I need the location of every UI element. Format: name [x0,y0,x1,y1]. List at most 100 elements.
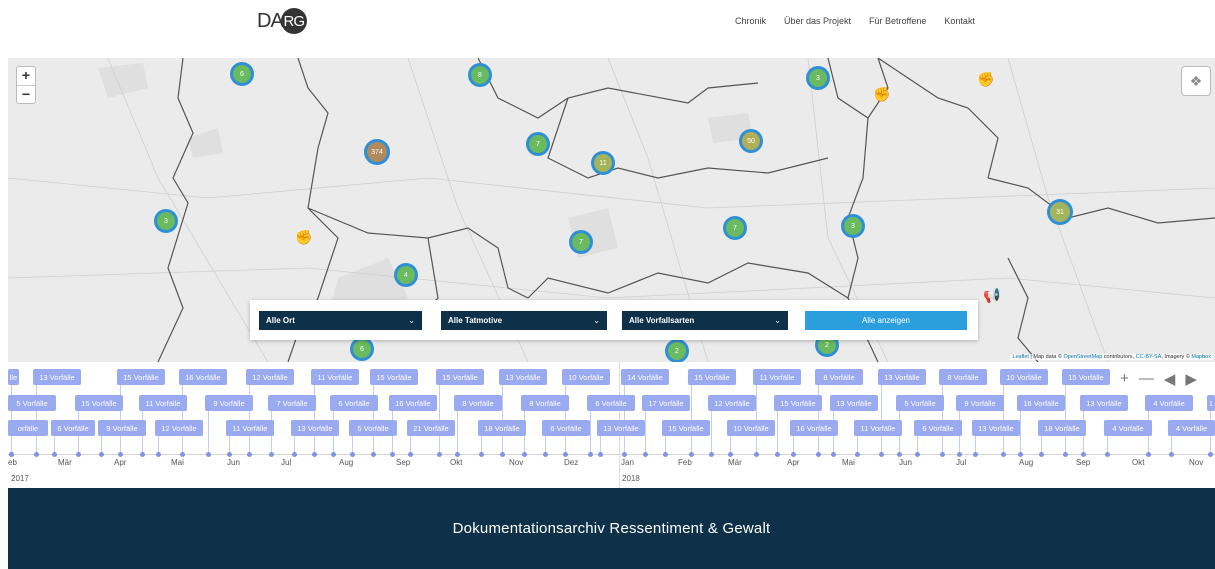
timeline-event[interactable]: 15 Vorfälle [688,369,736,385]
map-cluster[interactable]: 8 [468,63,492,87]
timeline-event[interactable]: 9 Vorfälle [98,420,146,436]
timeline-event[interactable]: 5 Vorfälle [896,395,944,411]
timeline-event[interactable]: 11 Vorfälle [311,369,359,385]
attribution-leaflet-link[interactable]: Leaflet [1012,354,1029,360]
timeline-event[interactable]: 12 Vorfälle [246,369,294,385]
timeline-event[interactable]: 15 Vorfälle [436,369,484,385]
timeline-event[interactable]: 11 Vorfälle [139,395,187,411]
nav-fuer-betroffene[interactable]: Für Betroffene [869,16,926,26]
timeline-event[interactable]: 15 Vorfälle [662,420,710,436]
timeline-event[interactable]: 12 Vorfälle [708,395,756,411]
map-cluster[interactable]: 3 [154,209,178,233]
timeline-month-label: Nov [509,458,524,467]
map-cluster[interactable]: 11 [591,151,615,175]
timeline-event[interactable]: 8 Vorfälle [815,369,863,385]
timeline-zoom-in-button[interactable]: + [1120,370,1129,388]
timeline-event[interactable]: 9 Vorfälle [956,395,1004,411]
timeline-event[interactable]: lle [8,369,19,385]
timeline-event[interactable]: 1 [1207,395,1215,411]
tatmotive-select[interactable]: Alle Tatmotive ⌄ [441,311,607,330]
timeline-event[interactable]: 15 Vorfälle [774,395,822,411]
timeline-event[interactable]: 10 Vorfälle [727,420,775,436]
timeline-event[interactable]: 9 Vorfälle [205,395,253,411]
ort-select[interactable]: Alle Ort ⌄ [259,311,422,330]
map-cluster[interactable]: 4 [394,263,418,287]
attribution-osm-link[interactable]: OpenStreetMap [1063,354,1102,360]
megaphone-icon[interactable]: 📢 [983,287,1000,303]
map-cluster[interactable]: 2 [665,339,689,362]
timeline-event[interactable]: 6 Vorfälle [51,420,95,436]
timeline-event[interactable]: 15 Vorfälle [1062,369,1110,385]
map-cluster[interactable]: 374 [364,139,390,165]
map-cluster[interactable]: 50 [739,129,763,153]
timeline-event[interactable]: 13 Vorfälle [499,369,547,385]
timeline-event[interactable]: 18 Vorfälle [478,420,526,436]
timeline-event[interactable]: 15 Vorfälle [117,369,165,385]
layers-button[interactable]: ❖ [1181,66,1211,96]
attribution-cc-link[interactable]: CC-BY-SA [1136,354,1162,360]
timeline-event[interactable]: 15 Vorfälle [370,369,418,385]
timeline-event[interactable]: 15 Vorfälle [75,395,123,411]
timeline-event[interactable]: 13 Vorfälle [1080,395,1128,411]
timeline-event[interactable]: 6 Vorfälle [542,420,590,436]
timeline-event[interactable]: 7 Vorfälle [268,395,316,411]
timeline-event[interactable]: 5 Vorfälle [8,395,56,411]
fist-icon[interactable]: ✊ [295,229,312,245]
map-cluster[interactable]: 7 [526,132,550,156]
timeline-event[interactable]: 4 Vorfälle [1168,420,1215,436]
map-cluster[interactable]: 31 [1047,199,1073,225]
show-all-button[interactable]: Alle anzeigen [805,311,967,330]
timeline-event[interactable]: 11 Vorfälle [854,420,902,436]
nav-kontakt[interactable]: Kontakt [944,16,975,26]
timeline-event[interactable]: 4 Vorfälle [1104,420,1152,436]
map-cluster[interactable]: 7 [569,230,593,254]
timeline-event[interactable]: 11 Vorfälle [226,420,274,436]
timeline-event[interactable]: 6 Vorfälle [914,420,962,436]
timeline-event[interactable]: 13 Vorfälle [972,420,1020,436]
timeline-event[interactable]: 5 Vorfälle [349,420,397,436]
map-cluster[interactable]: 7 [723,216,747,240]
timeline-event[interactable]: 12 Vorfälle [155,420,203,436]
timeline-event[interactable]: 10 Vorfälle [1000,369,1048,385]
timeline-event[interactable]: 8 Vorfälle [521,395,569,411]
timeline-event[interactable]: orfälle [8,420,48,436]
fist-icon[interactable]: ✊ [873,86,890,102]
fist-icon[interactable]: ✊ [977,71,994,87]
timeline-event[interactable]: 16 Vorfälle [1017,395,1065,411]
timeline-event[interactable]: 10 Vorfälle [562,369,610,385]
map-cluster[interactable]: 6 [230,62,254,86]
timeline-event[interactable]: 13 Vorfälle [291,420,339,436]
timeline-event[interactable]: 4 Vorfälle [1145,395,1193,411]
map-zoom-out-button[interactable]: − [17,85,35,103]
map-cluster[interactable]: 3 [841,214,865,238]
timeline-event[interactable]: 13 Vorfälle [597,420,645,436]
nav-ueber-das-projekt[interactable]: Über das Projekt [784,16,851,26]
timeline-event[interactable]: 13 Vorfälle [830,395,878,411]
timeline-event[interactable]: 11 Vorfälle [753,369,801,385]
timeline-next-button[interactable]: ▶ [1185,370,1197,388]
timeline-event[interactable]: 8 Vorfälle [939,369,987,385]
site-logo[interactable]: DA RG [257,8,307,34]
timeline-event[interactable]: 6 Vorfälle [587,395,635,411]
timeline-event[interactable]: 14 Vorfälle [621,369,669,385]
timeline-event[interactable]: 13 Vorfälle [33,369,81,385]
timeline[interactable]: lle 13 Vorfälle 15 Vorfälle 16 Vorfälle 12 V… [8,362,1215,488]
nav-chronik[interactable]: Chronik [735,16,766,26]
timeline-event[interactable]: 13 Vorfälle [878,369,926,385]
attribution-mapbox-link[interactable]: Mapbox [1191,354,1211,360]
timeline-event[interactable]: 16 Vorfälle [389,395,437,411]
timeline-event-dot [709,452,714,457]
timeline-event[interactable]: 17 Vorfälle [642,395,690,411]
timeline-event[interactable]: 16 Vorfälle [179,369,227,385]
map-cluster[interactable]: 6 [350,337,374,361]
map-zoom-in-button[interactable]: + [17,67,35,85]
timeline-zoom-out-button[interactable]: — [1139,370,1154,388]
map-cluster[interactable]: 3 [806,66,830,90]
timeline-event[interactable]: 6 Vorfälle [330,395,378,411]
vorfallsarten-select[interactable]: Alle Vorfallsarten ⌄ [622,311,788,330]
timeline-event[interactable]: 8 Vorfälle [454,395,502,411]
timeline-event[interactable]: 16 Vorfälle [790,420,838,436]
timeline-event[interactable]: 21 Vorfälle [407,420,455,436]
timeline-event[interactable]: 18 Vorfälle [1038,420,1086,436]
timeline-prev-button[interactable]: ◀ [1164,370,1176,388]
